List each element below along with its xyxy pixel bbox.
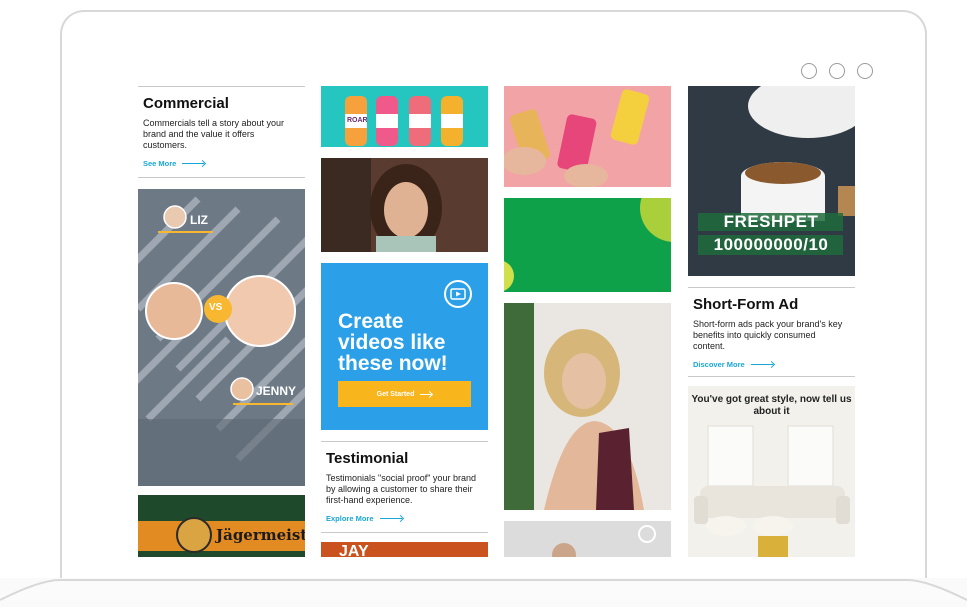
woman-portrait-image (321, 158, 488, 252)
jenny-name-tag: JENNY (256, 384, 297, 398)
laptop-base-outline (0, 579, 967, 601)
vs-badge: VS (209, 302, 223, 313)
jagermeister-tile[interactable]: Jägermeister (138, 495, 305, 557)
woman-portrait-tile[interactable] (321, 158, 488, 252)
testimonial-title: Testimonial (326, 450, 409, 467)
discover-more-link[interactable]: Discover More (693, 360, 850, 369)
cans-image (504, 86, 671, 187)
testimonial-card: Testimonial Testimonials "social proof" … (321, 441, 488, 533)
window-dot[interactable] (857, 63, 873, 79)
see-more-label: See More (143, 159, 177, 168)
window-dot[interactable] (801, 63, 817, 79)
short-form-title: Short-Form Ad (693, 296, 799, 313)
roar-tile[interactable]: ROAR (321, 86, 488, 147)
arrow-right-icon (182, 163, 205, 164)
video-icon (444, 280, 472, 308)
liz-name-tag: LIZ (190, 213, 208, 227)
arrow-right-icon (379, 518, 402, 519)
jay-tile[interactable]: JAY (321, 542, 488, 557)
testimonial-description: Testimonials "social proof" your brand b… (326, 473, 476, 505)
get-started-button[interactable]: Get Started (338, 381, 471, 407)
commercial-title: Commercial (143, 95, 229, 112)
style-ad-text: You've got great style, now tell us abou… (691, 394, 852, 417)
jay-text: JAY (339, 543, 369, 557)
blonde-woman-tile[interactable] (504, 303, 671, 510)
freshpet-tile[interactable]: FRESHPET 100000000/10 (688, 86, 855, 276)
explore-more-link[interactable]: Explore More (326, 514, 483, 523)
video-gallery: Commercial Commercials tell a story abou… (138, 86, 856, 557)
window-dot[interactable] (829, 63, 845, 79)
kitchen-tile[interactable] (504, 521, 671, 557)
freshpet-brand-text: FRESHPET (723, 212, 819, 231)
comparison-video-tile[interactable]: LIZ VS JENNY (138, 189, 305, 486)
jagermeister-logo-text: Jägermeister (216, 526, 305, 544)
style-ad-tile[interactable]: You've got great style, now tell us abou… (688, 386, 855, 557)
get-started-label: Get Started (376, 390, 415, 398)
kitchen-image (504, 521, 671, 557)
create-videos-cta: Create videos like these now! Get Starte… (321, 263, 488, 430)
freshpet-rating-text: 100000000/10 (713, 235, 829, 254)
green-shapes-tile[interactable] (504, 198, 671, 292)
short-form-description: Short-form ads pack your brand's key ben… (693, 319, 843, 351)
cans-tile[interactable] (504, 86, 671, 187)
roar-brand-label: ROAR (347, 117, 368, 124)
blonde-woman-image (504, 303, 671, 510)
cta-headline: Create videos like these now! (338, 310, 448, 375)
explore-more-label: Explore More (326, 514, 374, 523)
commercial-card: Commercial Commercials tell a story abou… (138, 86, 305, 178)
window-controls (801, 63, 873, 79)
arrow-right-icon (750, 364, 773, 365)
discover-more-label: Discover More (693, 360, 745, 369)
green-shapes-image (504, 198, 671, 292)
laptop-base (0, 578, 967, 607)
see-more-link[interactable]: See More (143, 159, 300, 168)
comparison-video-image (138, 189, 305, 486)
commercial-description: Commercials tell a story about your bran… (143, 118, 285, 150)
short-form-card: Short-Form Ad Short-form ads pack your b… (688, 287, 855, 377)
arrow-right-icon (420, 393, 433, 395)
